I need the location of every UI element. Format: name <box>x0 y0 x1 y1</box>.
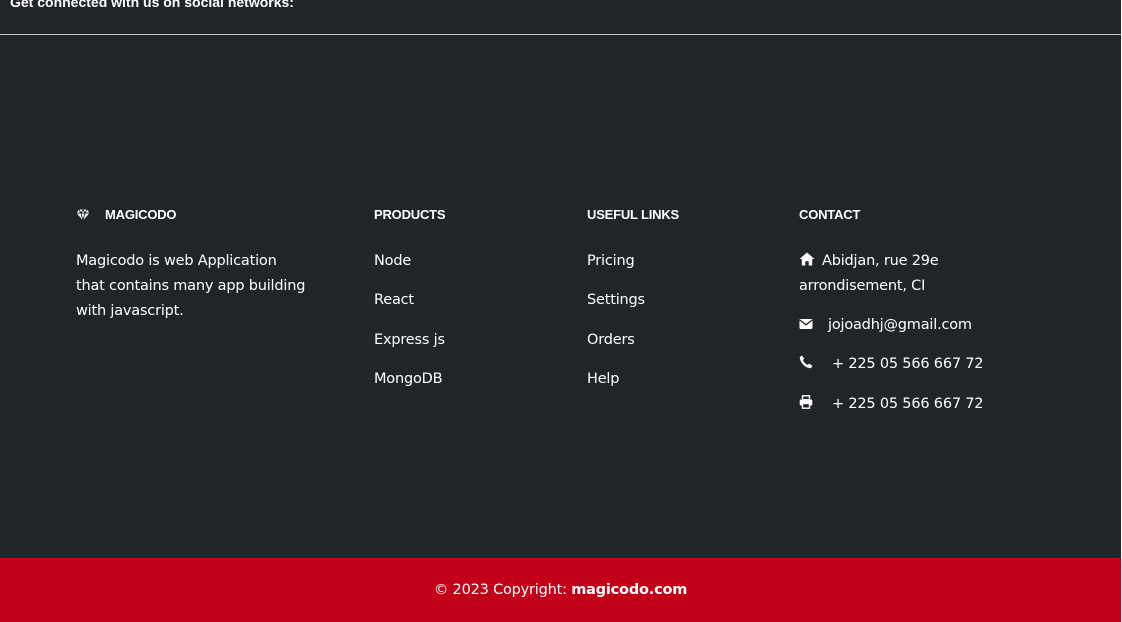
list-item: Express js <box>374 330 554 350</box>
address-line-2: arrondisement, CI <box>799 278 926 294</box>
link-help[interactable]: Help <box>587 371 619 387</box>
list-item: Help <box>587 369 767 389</box>
footer-page: Get connected with us on social networks… <box>0 0 1121 622</box>
contact-column: CONTACT Abidjan, rue 29e arrondisement, … <box>799 207 1059 417</box>
product-link-react[interactable]: React <box>374 292 414 308</box>
list-item: Pricing <box>587 251 767 271</box>
products-column: PRODUCTS Node React Express js MongoDB <box>374 207 554 408</box>
product-link-mongodb[interactable]: MongoDB <box>374 371 443 387</box>
list-item: Orders <box>587 330 767 350</box>
contact-address: Abidjan, rue 29e arrondisement, CI <box>799 249 1059 299</box>
link-settings[interactable]: Settings <box>587 292 645 308</box>
contact-fax: + 225 05 566 667 72 <box>799 392 1059 417</box>
contact-list: Abidjan, rue 29e arrondisement, CI jojoa… <box>799 249 1059 417</box>
contact-phone: + 225 05 566 667 72 <box>799 352 1059 377</box>
brand-name: MAGICODO <box>105 207 177 222</box>
phone-text: + 225 05 566 667 72 <box>832 356 984 372</box>
list-item: Node <box>374 251 554 271</box>
copyright-text: © 2023 Copyright: <box>433 582 572 598</box>
product-link-express[interactable]: Express js <box>374 332 445 348</box>
copyright-link[interactable]: magicodo.com <box>571 582 687 598</box>
product-link-node[interactable]: Node <box>374 253 411 269</box>
list-item: React <box>374 290 554 310</box>
link-orders[interactable]: Orders <box>587 332 635 348</box>
useful-links-heading: USEFUL LINKS <box>587 207 679 222</box>
copyright-bar: © 2023 Copyright: magicodo.com <box>0 558 1121 622</box>
brand-column: MAGICODO Magicodo is web Application tha… <box>76 207 306 324</box>
fax-text: + 225 05 566 667 72 <box>832 396 984 412</box>
address-line-1: Abidjan, rue 29e <box>822 253 939 269</box>
home-icon <box>799 250 815 266</box>
useful-links-list: Pricing Settings Orders Help <box>587 251 767 389</box>
social-text: Get connected with us on social networks… <box>10 0 294 10</box>
social-bar: Get connected with us on social networks… <box>0 0 1121 35</box>
list-item: Settings <box>587 290 767 310</box>
useful-links-column: USEFUL LINKS Pricing Settings Orders Hel… <box>587 207 767 408</box>
products-heading: PRODUCTS <box>374 207 446 222</box>
phone-icon <box>799 353 815 369</box>
products-list: Node React Express js MongoDB <box>374 251 554 389</box>
printer-icon <box>799 393 815 409</box>
envelope-icon <box>799 314 815 329</box>
contact-heading: CONTACT <box>799 207 861 222</box>
brand-heading: MAGICODO <box>76 207 306 223</box>
brand-description: Magicodo is web Application that contain… <box>76 253 306 319</box>
link-pricing[interactable]: Pricing <box>587 253 635 269</box>
email-text: jojoadhj@gmail.com <box>828 317 972 333</box>
gem-icon <box>76 208 90 222</box>
list-item: MongoDB <box>374 369 554 389</box>
contact-email: jojoadhj@gmail.com <box>799 313 1059 338</box>
